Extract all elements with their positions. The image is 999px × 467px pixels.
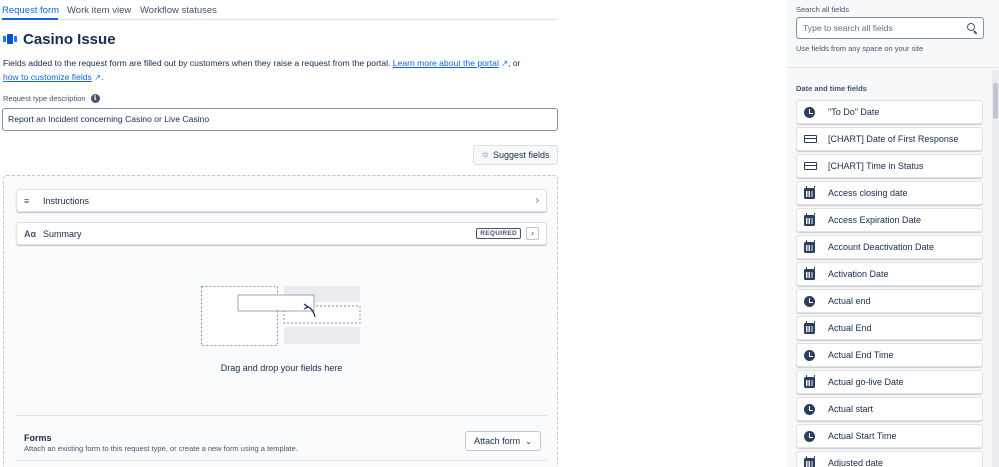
clock-icon [804,295,815,307]
divider [16,415,547,416]
field-library-item[interactable]: [CHART] Time in Status [796,154,983,178]
form-field-label: Summary [43,228,82,239]
field-library-item-label: Actual End Time [828,350,894,360]
page-title: Casino Issue [23,30,116,48]
tab-workflow-statuses[interactable]: Workflow statuses [140,5,217,16]
field-box-icon [804,135,817,143]
field-library-item-label: Account Deactivation Date [828,242,935,252]
field-library-item-label: Access closing date [828,188,908,198]
search-input[interactable] [803,23,967,33]
field-library-item[interactable]: Actual start [796,397,983,421]
field-library-panel: Search all fields Use fields from any sp… [787,0,999,467]
chevron-down-icon: ⌄ [525,436,532,446]
clock-icon [804,349,815,361]
section-title: Date and time fields [796,84,867,93]
field-list: "To Do" Date [CHART] Date of First Respon… [796,100,983,467]
calendar-icon [804,186,815,199]
chevron-right-icon[interactable]: › [536,195,539,206]
page-header: Casino Issue [3,30,116,48]
tab-bar: Request form Work item view Workflow sta… [0,0,558,20]
external-link-icon: ↗ [94,72,101,82]
field-library-item-label: Actual End [828,323,872,333]
suggest-fields-button[interactable]: ✲ Suggest fields [473,145,558,165]
calendar-icon [804,321,815,334]
field-library-item[interactable]: Activation Date [796,262,983,286]
search-icon [967,23,978,35]
field-library-item[interactable]: Adjusted date [796,451,983,467]
dropzone-text: Drag and drop your fields here [220,363,343,373]
field-library-item-label: [CHART] Time in Status [828,161,924,171]
required-badge: REQUIRED [476,228,521,239]
calendar-icon [804,240,815,253]
form-field-instructions[interactable]: ≡ Instructions › [16,189,547,212]
scrollbar[interactable] [992,70,999,467]
field-library-item-label: Actual Start Time [828,431,897,441]
search-help-text: Use fields from any space on your site [796,44,924,53]
field-library-item[interactable]: Actual End [796,316,983,340]
form-field-label: Instructions [43,195,90,206]
field-library-item-label: Access Expiration Date [828,215,922,225]
description-end: . [100,71,104,82]
field-library-item-label: Activation Date [828,269,889,279]
description-mid: , or [507,58,521,68]
field-library-item-label: Actual start [828,404,874,414]
request-type-icon [3,34,17,44]
scrollbar-thumb[interactable] [993,83,998,119]
request-type-description-field[interactable]: Report an Incident concerning Casino or … [2,108,558,131]
field-library-item[interactable]: Access closing date [796,181,983,205]
field-library-item-label: "To Do" Date [828,107,880,117]
tab-request-form[interactable]: Request form [2,5,59,16]
field-library-item-label: Actual go-live Date [828,377,904,387]
field-library-item[interactable]: Access Expiration Date [796,208,983,232]
forms-subtitle: Attach an existing form to this request … [24,444,298,453]
field-library-item[interactable]: Actual end [796,289,983,313]
field-library-item-label: Adjusted date [828,458,884,467]
suggest-fields-label: Suggest fields [493,150,550,160]
field-library-item-label: Actual end [828,296,871,306]
attach-form-button[interactable]: Attach form ⌄ [465,431,541,451]
request-type-description-label: Request type description i [3,94,100,103]
clock-icon [804,403,815,415]
lines-icon: ≡ [24,195,30,206]
learn-more-portal-link[interactable]: Learn more about the portal [393,58,499,68]
calendar-icon [804,213,815,226]
field-library-item[interactable]: Actual go-live Date [796,370,983,394]
text-icon: Aα [24,228,37,239]
field-box-icon [804,162,817,170]
form-field-summary[interactable]: Aα Summary REQUIRED › [16,222,547,245]
info-icon[interactable]: i [90,94,100,103]
page-description: Fields added to the request form are fil… [3,57,559,84]
clock-icon [804,106,815,118]
sparkle-icon: ✲ [481,149,489,160]
active-tab-indicator [2,18,58,20]
search-label: Search all fields [796,5,849,14]
field-library-item[interactable]: Account Deactivation Date [796,235,983,259]
field-library-item[interactable]: [CHART] Date of First Response [796,127,983,151]
tab-work-item-view[interactable]: Work item view [67,5,131,16]
attach-form-label: Attach form [474,436,521,446]
divider [787,67,999,68]
customize-fields-link[interactable]: how to customize fields [3,72,92,82]
divider [16,460,547,461]
description-text: Fields added to the request form are fil… [3,58,393,68]
external-link-icon: ↗ [501,59,508,68]
field-library-item[interactable]: "To Do" Date [796,100,983,124]
field-library-item[interactable]: Actual End Time [796,343,983,367]
calendar-icon [804,456,815,467]
form-canvas: ≡ Instructions › Aα Summary REQUIRED › D… [3,175,558,467]
field-library-item[interactable]: Actual Start Time [796,424,983,448]
calendar-icon [804,375,815,388]
chevron-right-icon[interactable]: › [526,227,539,240]
calendar-icon [804,267,815,280]
forms-title: Forms [24,433,52,443]
field-library-item-label: [CHART] Date of First Response [828,134,959,144]
request-type-label-text: Request type description [3,94,86,103]
drag-drop-illustration-icon [201,286,361,346]
clock-icon [804,430,815,442]
search-field[interactable] [796,17,984,39]
